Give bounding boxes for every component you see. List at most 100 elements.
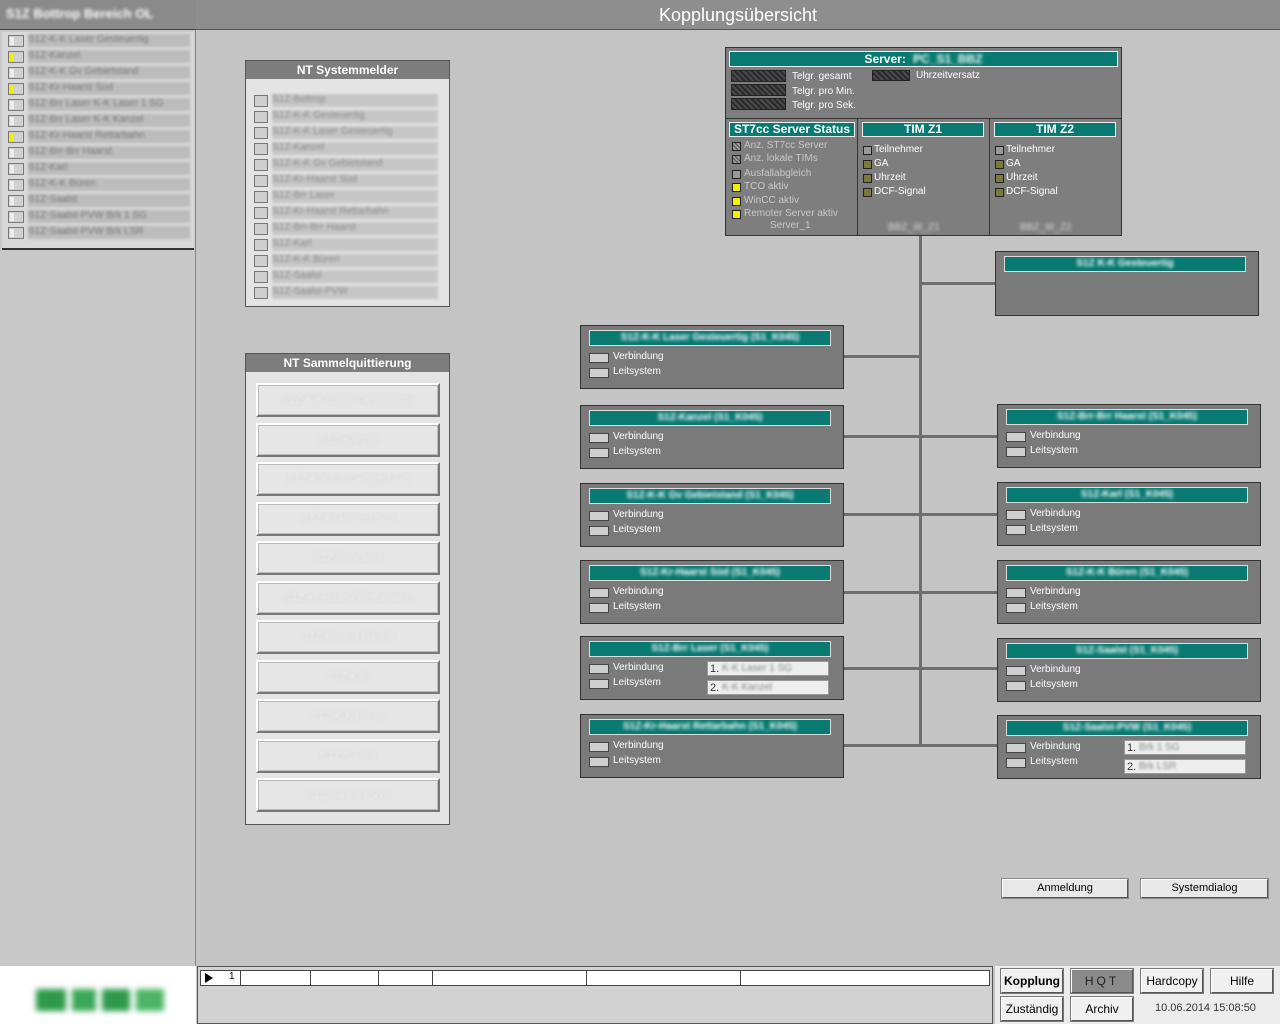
sidebar-item[interactable]: S1Z-Kanzel (4, 50, 192, 64)
alarm-row[interactable]: 1 (200, 970, 990, 986)
acknowledge-button[interactable]: S1Z-Kr-Haarst Süd (256, 501, 440, 536)
leitsystem-label: Leitsystem (1030, 523, 1078, 534)
play-icon (205, 973, 213, 983)
sidebar-item[interactable]: S1Z-Saalst-PVW Brk 1 SG (4, 210, 192, 224)
status-lamp (10, 85, 14, 93)
status-indicator (863, 160, 872, 169)
subconnection-slot[interactable]: 2. K-K Kanzel (707, 680, 829, 695)
sidebar-item-label: S1Z-Kr-Haarst Süd (28, 82, 190, 95)
leitsystem-label: Leitsystem (613, 366, 661, 377)
slot-label: K-K Laser 1 SG (722, 663, 793, 674)
systemmelder-item[interactable]: S1Z-K-K Büren (254, 254, 438, 268)
leitsystem-indicator (1006, 525, 1026, 535)
verbindung-indicator (589, 742, 609, 752)
title-bar: Kopplungsübersicht (196, 0, 1280, 30)
systemmelder-item[interactable]: S1Z-Kr-Haarst Süd (254, 174, 438, 188)
connection-box[interactable]: S1Z-K-K Gv Gebietstand (S1_K045) Verbindu… (580, 483, 844, 547)
sidebar-item[interactable]: S1Z-Saalst-PVW Brk LSR (4, 226, 192, 240)
connection-title: S1Z-Kr-Haarst Rettarbahn (S1_K045) (589, 719, 831, 735)
kopplung-button[interactable]: Kopplung (1001, 969, 1063, 993)
sidebar-item-label: S1Z-Brr Laser K-K Laser 1 SG (28, 98, 190, 111)
alarm-bar: 1 (197, 966, 993, 1024)
zustaendig-button[interactable]: Zuständig (1001, 997, 1063, 1021)
connection-box[interactable]: S1Z-Kr-Haarst Süd (S1_K045) Verbindung Lei… (580, 560, 844, 624)
systemmelder-item[interactable]: S1Z-Brr Laser (254, 190, 438, 204)
systemmelder-item[interactable]: S1Z-Kr-Haarst Rettarbahn (254, 206, 438, 220)
verbindung-label: Verbindung (613, 662, 664, 673)
systemmelder-item[interactable]: S1Z-Brr-Brr Haarst (254, 222, 438, 236)
acknowledge-button[interactable]: S1Z-K-K Laser Gesteuertig (256, 383, 440, 417)
tim-row-label: DCF-Signal (1006, 186, 1058, 197)
leitsystem-indicator (1006, 603, 1026, 613)
connection-box[interactable]: S1Z-Kanzel (S1_K045) Verbindung Leitsystem (580, 405, 844, 469)
connection-box[interactable]: S1Z-Kr-Haarst Rettarbahn (S1_K045) Verbin… (580, 714, 844, 778)
status-indicator (254, 159, 268, 171)
status-indicator (732, 142, 741, 151)
verbindung-label: Verbindung (1030, 586, 1081, 597)
status-indicator (8, 179, 24, 191)
verbindung-label: Verbindung (613, 740, 664, 751)
connection-box[interactable]: S1Z-Karl (S1_K045) Verbindung Leitsystem (997, 482, 1261, 546)
connection-box[interactable]: S1Z-K-K Laser Gesteuertig (S1_K045) Verbi… (580, 325, 844, 389)
navigation-area: Kopplung HQT Hardcopy Hilfe Zuständig Ar… (995, 966, 1280, 1024)
systemmelder-item[interactable]: S1Z-Bottrop (254, 94, 438, 108)
systemmelder-item[interactable]: S1Z-Saalst (254, 270, 438, 284)
systemmelder-item[interactable]: S1Z-Saalst-PVW (254, 286, 438, 300)
connection-title: S1Z-Karl (S1_K045) (1006, 487, 1248, 503)
sidebar-item[interactable]: S1Z-Kr-Haarst Rettarbahn (4, 130, 192, 144)
connection-box[interactable]: S1Z K-K Gesteuertig (995, 251, 1259, 316)
status-lamp (10, 165, 14, 173)
sidebar-item[interactable]: S1Z-Saalst (4, 194, 192, 208)
acknowledge-button[interactable]: S1Z-Karl (256, 659, 440, 694)
verbindung-label: Verbindung (1030, 430, 1081, 441)
acknowledge-button[interactable]: S1Z-Brr-Brr Haarst (256, 620, 440, 654)
acknowledge-button[interactable]: S1Z-K-K Büren (256, 699, 440, 733)
hardcopy-button[interactable]: Hardcopy (1141, 969, 1203, 993)
acknowledge-button-label: S1Z-Saalst-PVW (306, 789, 390, 801)
alarm-cell (587, 971, 741, 985)
connection-box[interactable]: S1Z-K-K Büren (S1_K045) Verbindung Leitsys… (997, 560, 1261, 624)
connection-title: S1Z-Saalst (S1_K045) (1006, 643, 1248, 659)
systemmelder-item[interactable]: S1Z-K-K Gesteuertig (254, 110, 438, 124)
status-indicator (863, 174, 872, 183)
sidebar-item-label: S1Z-Kanzel (28, 50, 190, 63)
sidebar-item[interactable]: S1Z-K-K Gv Gebietstand (4, 66, 192, 80)
systemdialog-button[interactable]: Systemdialog (1141, 879, 1268, 898)
acknowledge-button[interactable]: S1Z-Saalst-PVW (256, 778, 440, 812)
systemmelder-item[interactable]: S1Z-K-K Laser Gesteuertig (254, 126, 438, 140)
leitsystem-label: Leitsystem (613, 446, 661, 457)
connection-box[interactable]: S1Z-Saalst (S1_K045) Verbindung Leitsystem (997, 638, 1261, 702)
connection-box[interactable]: S1Z-Brr-Brr Haarst (S1_K045) Verbindung Le… (997, 404, 1261, 468)
server-title-prefix: Server: (864, 52, 906, 66)
hqt-button[interactable]: HQT (1071, 969, 1133, 993)
acknowledge-button[interactable]: S1Z-Kr-Haarst Rettarbahn (256, 580, 440, 615)
sidebar-item[interactable]: S1Z-Brr Laser K-K Laser 1 SG (4, 98, 192, 112)
acknowledge-button[interactable]: S1Z-K-K Gv Gebietstand (256, 462, 440, 496)
tim-z2-section: TIM Z2 Teilnehmer GA Uhrzeit DCF-Signal BBZ… (990, 118, 1121, 235)
sidebar-item[interactable]: S1Z-Brr-Brr Haarst (4, 146, 192, 160)
subconnection-slot[interactable]: 2. Brk LSR (1124, 759, 1246, 774)
hilfe-button[interactable]: Hilfe (1211, 969, 1273, 993)
subconnection-slot[interactable]: 1. K-K Laser 1 SG (707, 661, 829, 676)
subconnection-slot[interactable]: 1. Brk 1 SG (1124, 740, 1246, 755)
systemmelder-item[interactable]: S1Z-Kanzel (254, 142, 438, 156)
archiv-button[interactable]: Archiv (1071, 997, 1133, 1021)
sidebar-item[interactable]: S1Z-Karl (4, 162, 192, 176)
sidebar-item[interactable]: S1Z-K-K Büren (4, 178, 192, 192)
status-indicator (8, 195, 24, 207)
tim-row-label: Uhrzeit (1006, 172, 1038, 183)
connection-box[interactable]: S1Z-Brr Laser (S1_K045) Verbindung Leitsys… (580, 636, 844, 700)
acknowledge-button[interactable]: S1Z-Kanzel (256, 422, 440, 457)
acknowledge-button[interactable]: S1Z-Saalst (256, 738, 440, 773)
sidebar-item-label: S1Z-Brr Laser K-K Kanzel (28, 114, 190, 127)
anmeldung-button[interactable]: Anmeldung (1002, 879, 1128, 898)
alarm-cell (311, 971, 379, 985)
systemmelder-item[interactable]: S1Z-K-K Gv Gebietstand (254, 158, 438, 172)
systemmelder-item[interactable]: S1Z-Karl (254, 238, 438, 252)
sidebar-item[interactable]: S1Z-Kr-Haarst Süd (4, 82, 192, 96)
sidebar-item[interactable]: S1Z-K-K Laser Gesteuertig (4, 34, 192, 48)
status-lamp (10, 117, 14, 125)
sidebar-item[interactable]: S1Z-Brr Laser K-K Kanzel (4, 114, 192, 128)
connection-box[interactable]: S1Z-Saalst-PVW (S1_K045) Verbindung Leitsy… (997, 715, 1261, 779)
acknowledge-button[interactable]: S1Z-Brr Laser (256, 541, 440, 575)
